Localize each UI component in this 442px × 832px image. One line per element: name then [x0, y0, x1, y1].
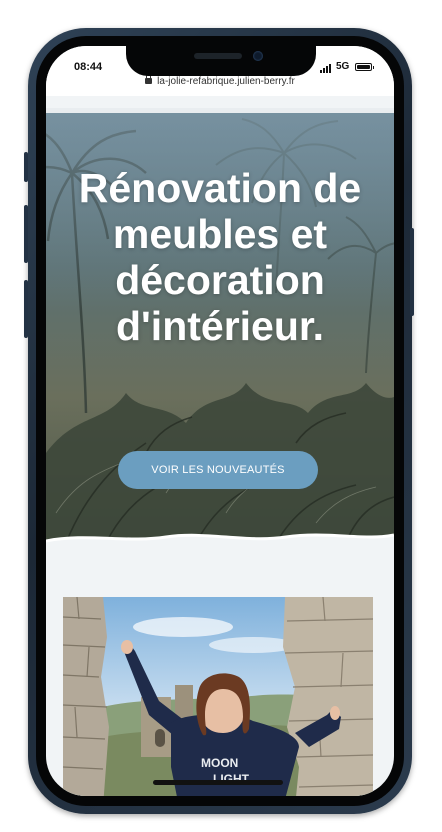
hero-banner: Rénovation de meubles et décoration d'in… [46, 113, 394, 551]
address-bar[interactable]: la-jolie-refabrique.julien-berry.fr [46, 74, 394, 87]
portrait-photo: MOON LIGHT [63, 597, 373, 796]
front-camera-icon [253, 51, 263, 61]
new-arrivals-button[interactable]: VOIR LES NOUVEAUTÉS [118, 451, 318, 489]
lock-icon [145, 74, 153, 84]
signal-strength-icon [320, 64, 334, 73]
network-type: 5G [336, 61, 350, 72]
hero-title: Rénovation de meubles et décoration d'in… [78, 165, 362, 349]
volume-up-button [24, 205, 28, 263]
status-time: 08:44 [74, 61, 103, 73]
battery-icon [355, 63, 374, 71]
mute-switch [24, 152, 28, 182]
url-text: la-jolie-refabrique.julien-berry.fr [157, 76, 295, 87]
power-button [410, 228, 414, 316]
svg-text:MOON: MOON [201, 756, 238, 770]
home-indicator[interactable] [153, 780, 283, 785]
volume-down-button [24, 280, 28, 338]
speaker-grille [194, 53, 242, 59]
phone-screen: 08:44 5G la-jolie-refabrique.julien-berr… [46, 46, 394, 796]
portrait-photo-image: MOON LIGHT [63, 597, 373, 796]
notch [126, 46, 316, 76]
